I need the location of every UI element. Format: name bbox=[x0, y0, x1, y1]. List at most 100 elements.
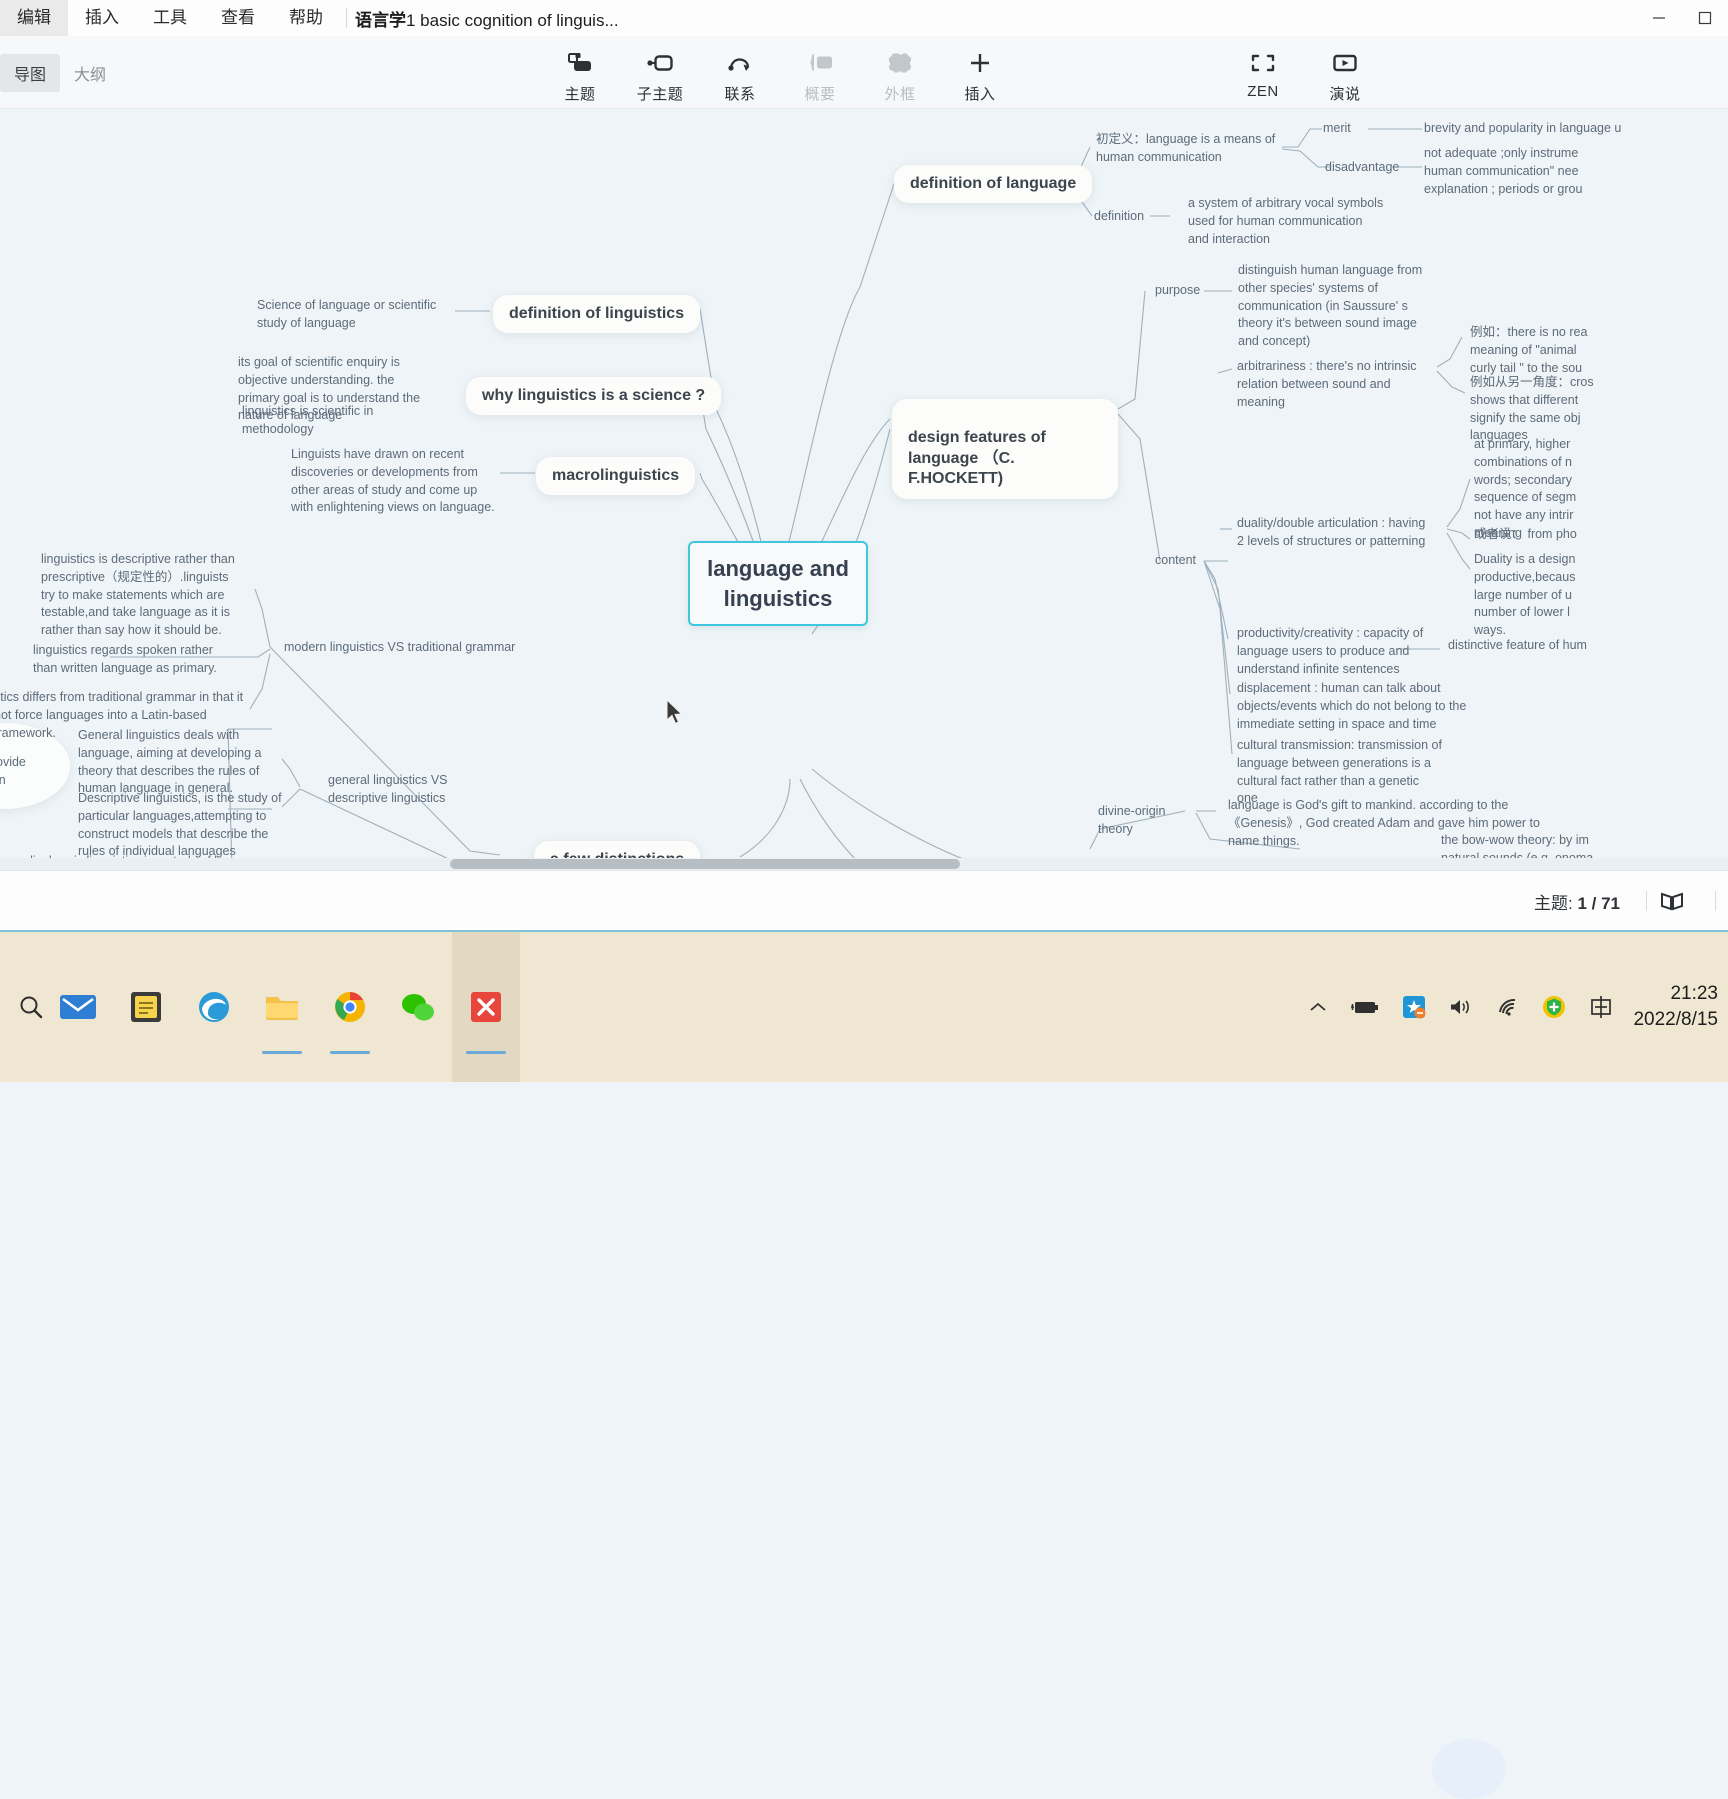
taskbar-app-sticky-notes[interactable] bbox=[112, 932, 180, 1082]
menu-view[interactable]: 查看 bbox=[204, 0, 272, 36]
boundary-icon bbox=[887, 50, 913, 76]
node-descriptive-linguistics[interactable]: Descriptive linguistics, is the study of… bbox=[78, 790, 292, 861]
wechat-app-icon bbox=[402, 994, 434, 1021]
branch-why-linguistics-is-a-science[interactable]: why linguistics is a science ? bbox=[466, 377, 722, 416]
menu-edit[interactable]: 编辑 bbox=[0, 0, 68, 36]
maximize-button[interactable] bbox=[1682, 0, 1728, 36]
mindmap-canvas[interactable]: language and linguistics definition of l… bbox=[0, 109, 1728, 870]
toolbar-tools: 主题 子主题 联系 概要 外框 插入 bbox=[540, 44, 1020, 104]
node-macro-detail[interactable]: Linguists have drawn on recent discoveri… bbox=[291, 446, 497, 517]
branch-definition-of-language[interactable]: definition of language bbox=[894, 165, 1093, 204]
toolbar-label-topic: 主题 bbox=[564, 86, 596, 103]
taskbar-app-mail[interactable] bbox=[44, 932, 112, 1082]
wifi-icon[interactable] bbox=[1496, 997, 1520, 1017]
toolbar-button-summary[interactable]: 概要 bbox=[780, 44, 860, 104]
canvas-horizontal-scrollbar-track[interactable] bbox=[0, 858, 1728, 870]
node-general-vs-descriptive[interactable]: general linguistics VS descriptive lingu… bbox=[328, 772, 494, 808]
window-controls bbox=[1636, 0, 1728, 36]
toolbar-tools-right: ZEN 演说 bbox=[1222, 44, 1386, 104]
toolbar-label-boundary: 外框 bbox=[884, 86, 916, 103]
mindmap-root-node[interactable]: language and linguistics bbox=[688, 541, 868, 626]
chevron-up-icon[interactable] bbox=[1308, 1000, 1328, 1014]
branch-definition-of-linguistics[interactable]: definition of linguistics bbox=[493, 295, 701, 334]
node-productivity[interactable]: productivity/creativity : capacity of la… bbox=[1237, 625, 1437, 678]
toolbar-label-insert: 插入 bbox=[964, 86, 996, 103]
action-center-icon[interactable] bbox=[1402, 995, 1426, 1019]
minimize-icon bbox=[1653, 17, 1665, 19]
taskbar: 21:23 2022/8/15 bbox=[0, 930, 1728, 1082]
node-disadvantage-detail[interactable]: not adequate ;only instrume human commun… bbox=[1424, 145, 1728, 198]
status-topic-label: 主题: bbox=[1533, 893, 1573, 913]
taskbar-app-edge[interactable] bbox=[180, 932, 248, 1082]
node-arbitrariness[interactable]: arbitrariness : there's no intrinsic rel… bbox=[1237, 358, 1441, 411]
branch-macrolinguistics[interactable]: macrolinguistics bbox=[536, 457, 696, 496]
node-definition-detail[interactable]: a system of arbitrary vocal symbols used… bbox=[1188, 195, 1386, 248]
toolbar-button-zen[interactable]: ZEN bbox=[1222, 44, 1304, 104]
sticky-notes-app-icon bbox=[131, 992, 161, 1022]
branch-why-linguistics-is-a-science-label: why linguistics is a science ? bbox=[482, 387, 706, 404]
status-divider-2 bbox=[1715, 891, 1716, 911]
node-duality-detail-2[interactable]: 或者说： from pho bbox=[1474, 526, 1728, 544]
taskbar-app-wechat[interactable] bbox=[384, 932, 452, 1082]
menu-title-divider bbox=[346, 8, 347, 28]
menu-insert[interactable]: 插入 bbox=[68, 0, 136, 36]
node-merit-detail[interactable]: brevity and popularity in language u bbox=[1424, 120, 1728, 138]
node-displacement[interactable]: displacement : human can talk about obje… bbox=[1237, 680, 1469, 733]
toolbar-button-relation[interactable]: 联系 bbox=[700, 44, 780, 104]
branch-design-features[interactable]: design features of language （C. F.HOCKET… bbox=[892, 399, 1118, 499]
taskbar-clock[interactable]: 21:23 2022/8/15 bbox=[1633, 981, 1718, 1032]
toolbar-button-insert[interactable]: 插入 bbox=[940, 44, 1020, 104]
taskbar-app-xmind[interactable] bbox=[452, 932, 520, 1082]
node-purpose-detail[interactable]: distinguish human language from other sp… bbox=[1238, 262, 1438, 351]
file-explorer-icon bbox=[266, 997, 298, 1020]
taskbar-apps bbox=[44, 932, 520, 1082]
node-chudingyi[interactable]: 初定义：language is a means of human communi… bbox=[1096, 131, 1288, 167]
battery-charging-icon[interactable] bbox=[1350, 998, 1380, 1016]
taskbar-app-chrome[interactable] bbox=[316, 932, 384, 1082]
taskbar-date: 2022/8/15 bbox=[1633, 1009, 1718, 1030]
toolbar-button-subtopic[interactable]: 子主题 bbox=[620, 44, 700, 104]
node-productivity-detail[interactable]: distinctive feature of hum bbox=[1448, 637, 1728, 655]
menu-tools[interactable]: 工具 bbox=[136, 0, 204, 36]
security-shield-icon[interactable] bbox=[1542, 995, 1566, 1019]
xmind-application-window: 编辑 插入 工具 查看 帮助 语言学1 basic cognition of l… bbox=[0, 0, 1728, 1799]
toolbar-label-presentation: 演说 bbox=[1329, 86, 1361, 103]
status-bar: 主题: 1 / 71 bbox=[0, 870, 1728, 1799]
node-general-linguistics[interactable]: General linguistics deals with language,… bbox=[78, 727, 290, 798]
node-merit[interactable]: merit bbox=[1323, 120, 1383, 138]
status-divider-1 bbox=[1646, 891, 1647, 911]
volume-icon[interactable] bbox=[1448, 997, 1474, 1017]
topic-icon bbox=[567, 50, 593, 76]
toolbar-button-presentation[interactable]: 演说 bbox=[1304, 44, 1386, 104]
toolbar-button-topic[interactable]: 主题 bbox=[540, 44, 620, 104]
node-scientific-methodology[interactable]: linguistics is scientific in methodology bbox=[242, 403, 432, 439]
node-divine-origin[interactable]: divine-origin theory bbox=[1098, 803, 1198, 839]
menu-items: 编辑 插入 工具 查看 帮助 bbox=[0, 0, 340, 36]
node-purpose[interactable]: purpose bbox=[1155, 282, 1215, 300]
ime-chinese-icon[interactable] bbox=[1588, 994, 1614, 1020]
menu-help[interactable]: 帮助 bbox=[272, 0, 340, 36]
node-spoken-primary[interactable]: linguistics regards spoken rather than w… bbox=[33, 642, 223, 678]
map-book-icon[interactable] bbox=[1659, 890, 1685, 912]
minimize-button[interactable] bbox=[1636, 0, 1682, 36]
tab-outline[interactable]: 大纲 bbox=[60, 54, 120, 92]
taskbar-app-indicator bbox=[262, 1051, 302, 1054]
branch-design-features-label: design features of language （C. F.HOCKET… bbox=[908, 429, 1046, 488]
taskbar-app-file-explorer[interactable] bbox=[248, 932, 316, 1082]
tab-mindmap[interactable]: 导图 bbox=[0, 54, 61, 92]
canvas-horizontal-scrollbar-thumb[interactable] bbox=[450, 859, 960, 869]
node-content[interactable]: content bbox=[1155, 552, 1215, 570]
node-arbitrariness-example-1[interactable]: 例如：there is no rea meaning of "animal cu… bbox=[1470, 324, 1728, 377]
node-disadvantage[interactable]: disadvantage bbox=[1325, 159, 1423, 177]
node-modern-vs-traditional[interactable]: modern linguistics VS traditional gramma… bbox=[284, 639, 524, 657]
node-science-of-language[interactable]: Science of language or scientific study … bbox=[257, 297, 457, 333]
ghost-overlay-circle bbox=[1432, 1739, 1506, 1799]
node-arbitrariness-example-2[interactable]: 例如从另一角度：cros shows that different signif… bbox=[1470, 374, 1728, 445]
node-descriptive-not-prescriptive[interactable]: linguistics is descriptive rather than p… bbox=[41, 551, 241, 640]
node-duality[interactable]: duality/double articulation : having 2 l… bbox=[1237, 515, 1433, 551]
xmind-app-icon bbox=[471, 992, 501, 1022]
node-duality-detail-3[interactable]: Duality is a design productive,becaus la… bbox=[1474, 551, 1728, 640]
branch-definition-of-linguistics-label: definition of linguistics bbox=[509, 305, 685, 322]
toolbar-button-boundary[interactable]: 外框 bbox=[860, 44, 940, 104]
node-definition[interactable]: definition bbox=[1094, 208, 1164, 226]
